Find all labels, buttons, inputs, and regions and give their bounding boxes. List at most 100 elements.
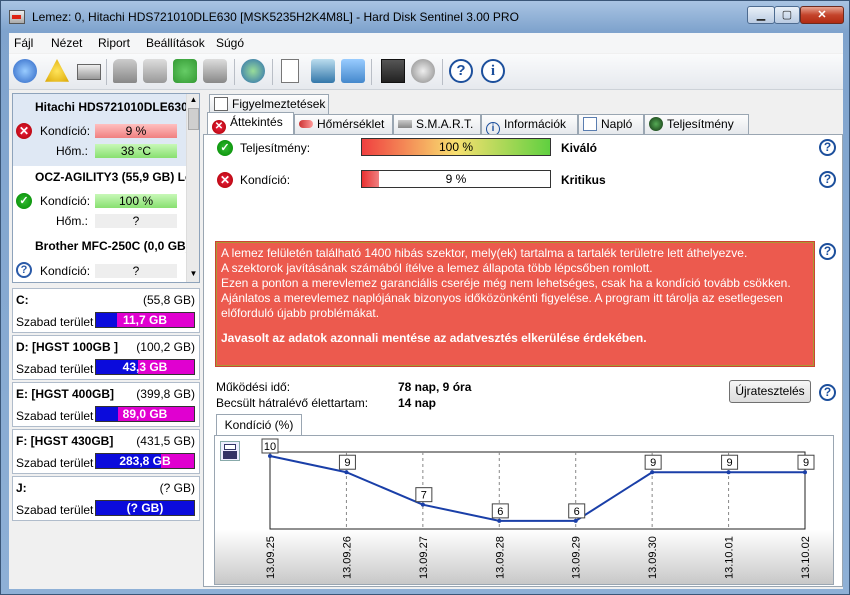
disk-name[interactable]: Hitachi HDS721010DLE630	[35, 100, 188, 114]
volume-size: (399,8 GB)	[136, 387, 195, 401]
data-label: 6	[574, 506, 580, 518]
x-tick-label: 13.09.26	[341, 536, 353, 579]
temperature-value: ?	[95, 214, 177, 228]
condition-label: Kondíció:	[240, 173, 291, 187]
chart-tab[interactable]: Kondíció (%)	[216, 414, 302, 436]
volume-f[interactable]: F: [HGST 430GB] (431,5 GB) Szabad terüle…	[12, 429, 200, 474]
condition-bar: 9 %	[361, 170, 551, 188]
tab-overview[interactable]: ✕ Áttekintés	[207, 112, 294, 135]
free-space-value: 89,0 GB	[122, 407, 168, 421]
free-space-label: Szabad terület	[16, 315, 94, 329]
toolbar-separator	[234, 59, 235, 85]
warning-icon[interactable]	[45, 59, 69, 82]
tab-label: Hőmérséklet	[317, 117, 385, 131]
data-label: 7	[421, 490, 427, 502]
uptime-label: Működési idő:	[216, 380, 291, 394]
about-icon[interactable]: i	[481, 59, 505, 83]
help-icon[interactable]: ?	[819, 139, 836, 156]
tab-label: Teljesítmény	[667, 117, 734, 131]
title-bar[interactable]: Lemez: 0, Hitachi HDS721010DLE630 [MSK52…	[1, 1, 849, 33]
uptime-value: 78 nap, 9 óra	[398, 380, 472, 394]
menu-report[interactable]: Riport	[98, 36, 130, 50]
free-space-label: Szabad terület	[16, 456, 94, 470]
minimize-button[interactable]: ▁	[747, 6, 775, 24]
free-space-value: 283,8 GB	[119, 454, 171, 468]
scroll-up-icon[interactable]: ▲	[188, 95, 199, 105]
tab-log[interactable]: Napló	[578, 114, 644, 135]
data-point	[497, 518, 502, 523]
menu-help[interactable]: Súgó	[216, 36, 244, 50]
report-icon[interactable]	[281, 59, 299, 83]
disk-name[interactable]: Brother MFC-250C (0,0 GB)	[35, 239, 190, 253]
temperature-label: Hőm.:	[56, 144, 89, 158]
help-icon[interactable]: ?	[819, 243, 836, 260]
scroll-thumb[interactable]	[188, 108, 199, 130]
data-label: 9	[650, 457, 656, 469]
alert-recommendation: Javasolt az adatok azonnali mentése az a…	[221, 331, 647, 345]
condition-fill	[362, 171, 379, 187]
transfer-icon[interactable]	[311, 59, 335, 83]
overview-panel: ✓ Teljesítmény: 100 % Kiváló ? ✕ Kondíci…	[203, 134, 843, 587]
harddisk-icon[interactable]	[77, 64, 101, 80]
speaker-icon[interactable]	[411, 59, 435, 83]
volume-c[interactable]: C: (55,8 GB) Szabad terület 11,7 GB	[12, 288, 200, 333]
volume-size: (100,2 GB)	[136, 340, 195, 354]
condition-chart-area: 10 9 7 6 6 9 9 9 13.09.25 13.09.26 13.09.27 13.09.2…	[214, 435, 834, 585]
toolbar-separator	[106, 59, 107, 85]
data-point	[344, 470, 349, 475]
condition-chart: 10 9 7 6 6 9 9 9 13.09.25 13.09.26 13.09.27 13.09.2…	[215, 438, 833, 584]
toolbar: ? i	[9, 54, 843, 90]
help-icon[interactable]: ?	[819, 171, 836, 188]
scroll-down-icon[interactable]: ▼	[188, 269, 199, 279]
help-icon[interactable]: ?	[449, 59, 473, 83]
tab-information[interactable]: i Információk	[481, 114, 578, 136]
close-button[interactable]: ✕	[800, 6, 844, 24]
volume-size: (431,5 GB)	[136, 434, 195, 448]
tab-smart[interactable]: S.M.A.R.T.	[393, 114, 481, 135]
toolbar-separator	[272, 59, 273, 85]
network-icon[interactable]	[341, 59, 365, 83]
menu-view[interactable]: Nézet	[51, 36, 82, 50]
volume-size: (? GB)	[159, 481, 195, 495]
free-space-bar: 43,3 GB	[95, 359, 195, 375]
thermometer-icon	[299, 120, 313, 128]
tab-warnings[interactable]: Figyelmeztetések	[209, 94, 329, 114]
globe-icon[interactable]	[241, 59, 265, 83]
condition-value: 9 %	[445, 172, 467, 186]
volume-e[interactable]: E: [HGST 400GB] (399,8 GB) Szabad terüle…	[12, 382, 200, 427]
menu-file[interactable]: Fájl	[14, 36, 33, 50]
ok-icon: ✓	[217, 140, 233, 156]
menu-settings[interactable]: Beállítások	[146, 36, 205, 50]
alert-message-box: A lemez felületén található 1400 hibás s…	[215, 241, 815, 367]
log-icon	[583, 117, 597, 131]
save-icon[interactable]	[220, 441, 240, 461]
maximize-button[interactable]: ▢	[774, 6, 800, 24]
client-area: Fájl Nézet Riport Beállítások Súgó ? i H…	[9, 33, 843, 589]
tab-label: Áttekintés	[230, 115, 283, 129]
volume-d[interactable]: D: [HGST 100GB ] (100,2 GB) Szabad terül…	[12, 335, 200, 380]
tab-performance[interactable]: Teljesítmény	[644, 114, 749, 135]
retest-button[interactable]: Újratesztelés	[729, 380, 811, 403]
disk-tool-icon[interactable]	[203, 59, 227, 83]
tab-label: Figyelmeztetések	[232, 97, 326, 111]
x-tick-label: 13.09.30	[647, 536, 659, 579]
disk-name[interactable]: OCZ-AGILITY3 (55,9 GB) Le	[35, 170, 192, 184]
alert-line: Ajánlatos a merevlemez naplójának bizony…	[221, 291, 783, 320]
lifetime-value: 14 nap	[398, 396, 437, 410]
refresh-icon[interactable]	[13, 59, 37, 83]
data-point	[650, 470, 655, 475]
x-tick-label: 13.10.01	[724, 536, 736, 579]
disk-ok-icon[interactable]	[173, 59, 197, 83]
volume-j[interactable]: J: (? GB) Szabad terület (? GB)	[12, 476, 200, 521]
help-icon[interactable]: ?	[819, 384, 836, 401]
volume-name: D: [HGST 100GB ]	[16, 340, 119, 354]
condition-value: 100 %	[95, 194, 177, 208]
disk-list-scrollbar[interactable]: ▲ ▼	[186, 94, 199, 282]
disk-test-icon[interactable]	[143, 59, 167, 83]
settings-icon[interactable]	[381, 59, 405, 83]
free-space-value: (? GB)	[126, 501, 164, 515]
right-panel: Figyelmeztetések ✕ Áttekintés Hőmérséklet…	[203, 93, 843, 587]
tab-temperature[interactable]: Hőmérséklet	[294, 114, 393, 135]
disk-icon	[398, 120, 412, 128]
gear-tool-icon[interactable]	[113, 59, 137, 83]
